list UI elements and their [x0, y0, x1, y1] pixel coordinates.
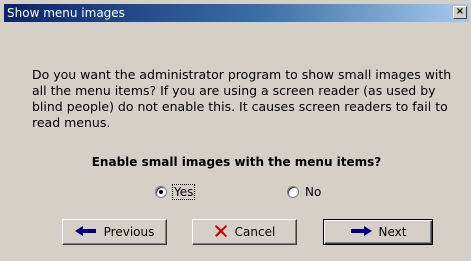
previous-button[interactable]: Previous — [62, 219, 167, 245]
title-bar[interactable]: Show menu images × — [4, 4, 469, 22]
question-heading: Enable small images with the menu items? — [91, 155, 382, 169]
close-icon: × — [455, 6, 465, 17]
next-button[interactable]: Next — [323, 219, 433, 245]
radio-no-label[interactable]: No — [305, 185, 321, 199]
radio-no-indicator[interactable] — [287, 186, 299, 198]
arrow-left-icon — [74, 225, 97, 239]
x-mark-icon — [214, 224, 228, 241]
cancel-button-label: Cancel — [234, 225, 276, 239]
next-button-label: Next — [378, 225, 407, 239]
close-button[interactable]: × — [453, 6, 467, 19]
radio-no[interactable]: No — [287, 184, 321, 200]
message-text: Do you want the administrator program to… — [32, 67, 452, 130]
radio-yes[interactable]: Yes — [155, 184, 196, 200]
arrow-right-icon — [350, 225, 372, 239]
cancel-button[interactable]: Cancel — [192, 219, 297, 245]
radio-yes-label[interactable]: Yes — [171, 184, 196, 200]
window-title: Show menu images — [7, 6, 125, 20]
dialog-window: Show menu images × Do you want the admin… — [0, 0, 469, 259]
previous-button-label: Previous — [103, 225, 155, 239]
radio-yes-indicator[interactable] — [155, 186, 167, 198]
